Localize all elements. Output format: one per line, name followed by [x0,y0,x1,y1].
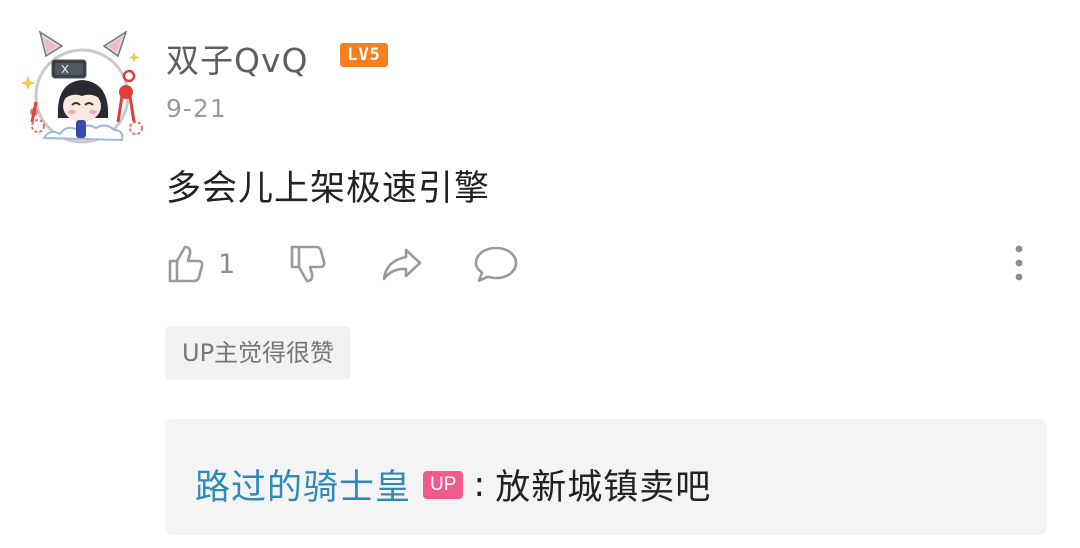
thumbs-up-icon [164,242,208,286]
up-badge: UP [423,470,464,499]
like-count: 1 [218,248,236,280]
avatar[interactable] [18,26,146,154]
comment-text: 多会儿上架极速引擎 [166,169,491,209]
comment-date: 9-21 [166,94,227,123]
reply-line: 路过的骑士皇 UP : 放新城镇卖吧 [195,459,711,510]
speech-bubble-icon [472,242,520,286]
reply-separator: : [473,464,486,505]
share-arrow-icon [380,242,426,286]
comment-item: 双子QvQ LV5 9-21 多会儿上架极速引擎 1 UP主觉得很赞 路过的骑士… [0,0,1080,548]
reply-author[interactable]: 路过的骑士皇 [195,459,411,510]
username[interactable]: 双子QvQ [166,34,308,82]
vertical-ellipsis-icon [1004,245,1034,288]
reply-text: 放新城镇卖吧 [495,468,712,508]
reply-button[interactable] [472,240,520,288]
avatar-image [21,30,143,144]
like-button[interactable]: 1 [164,240,235,288]
dislike-button[interactable] [286,240,330,288]
level-badge: LV5 [340,43,388,67]
thumbs-down-icon [286,242,330,286]
more-options-button[interactable] [1004,242,1034,284]
share-button[interactable] [380,240,426,288]
reply-preview[interactable]: 路过的骑士皇 UP : 放新城镇卖吧 [165,419,1047,535]
up-liked-tag: UP主觉得很赞 [165,326,352,380]
